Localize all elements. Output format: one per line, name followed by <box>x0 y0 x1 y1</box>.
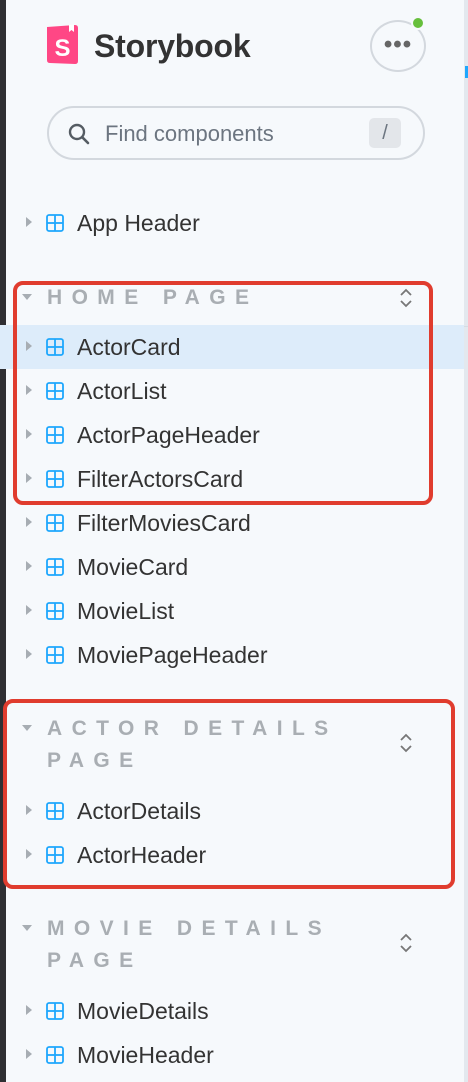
tree-item-app-header[interactable]: App Header <box>0 201 464 245</box>
component-icon <box>46 646 64 664</box>
component-icon <box>46 558 64 576</box>
tree-item-label: MovieList <box>77 598 175 624</box>
caret-right-icon <box>26 605 32 615</box>
caret-right-icon <box>26 1049 32 1059</box>
annotation-highlight-actor-details <box>3 699 455 889</box>
expand-collapse-icon[interactable] <box>398 931 414 955</box>
status-dot <box>411 16 425 30</box>
tree-item-label: MovieDetails <box>77 998 209 1024</box>
component-icon <box>46 602 64 620</box>
tree-item-movielist[interactable]: MovieList <box>0 589 464 633</box>
caret-down-icon <box>22 925 32 931</box>
tree-item-moviepageheader[interactable]: MoviePageHeader <box>0 633 464 677</box>
search-shortcut-key: / <box>369 118 401 148</box>
annotation-highlight-home-page <box>13 281 433 505</box>
app-title[interactable]: Storybook <box>94 26 251 66</box>
tree-item-moviecard[interactable]: MovieCard <box>0 545 464 589</box>
component-icon <box>46 214 64 232</box>
component-icon <box>46 1046 64 1064</box>
caret-right-icon <box>26 561 32 571</box>
panel-divider[interactable] <box>464 0 468 1082</box>
sidebar-header: S Storybook ••• <box>44 16 434 72</box>
search-placeholder: Find components <box>105 121 274 146</box>
tree-item-label: App Header <box>77 210 200 236</box>
tree-item-label: MovieHeader <box>77 1042 214 1068</box>
tree-item-filtermoviescard[interactable]: FilterMoviesCard <box>0 501 464 545</box>
svg-text:S: S <box>54 35 70 62</box>
tree-item-label: MovieCard <box>77 554 189 580</box>
group-title: MOVIE DETAILS PAGE <box>47 917 331 972</box>
caret-right-icon <box>26 649 32 659</box>
caret-right-icon <box>26 517 32 527</box>
storybook-logo-icon[interactable]: S <box>44 23 80 65</box>
tree-item-movieheader[interactable]: MovieHeader <box>0 1033 464 1077</box>
tree-item-label: FilterMoviesCard <box>77 510 251 536</box>
group-header-movie-details-page[interactable]: MOVIE DETAILS PAGE <box>0 913 464 979</box>
component-icon <box>46 514 64 532</box>
caret-right-icon <box>26 1005 32 1015</box>
tree-item-label: MoviePageHeader <box>77 642 268 668</box>
search-icon <box>68 123 90 145</box>
component-icon <box>46 1002 64 1020</box>
ellipsis-icon: ••• <box>383 30 413 58</box>
tree-item-moviedetails[interactable]: MovieDetails <box>0 989 464 1033</box>
search-input[interactable]: Find components / <box>47 106 425 160</box>
caret-right-icon <box>26 217 32 227</box>
